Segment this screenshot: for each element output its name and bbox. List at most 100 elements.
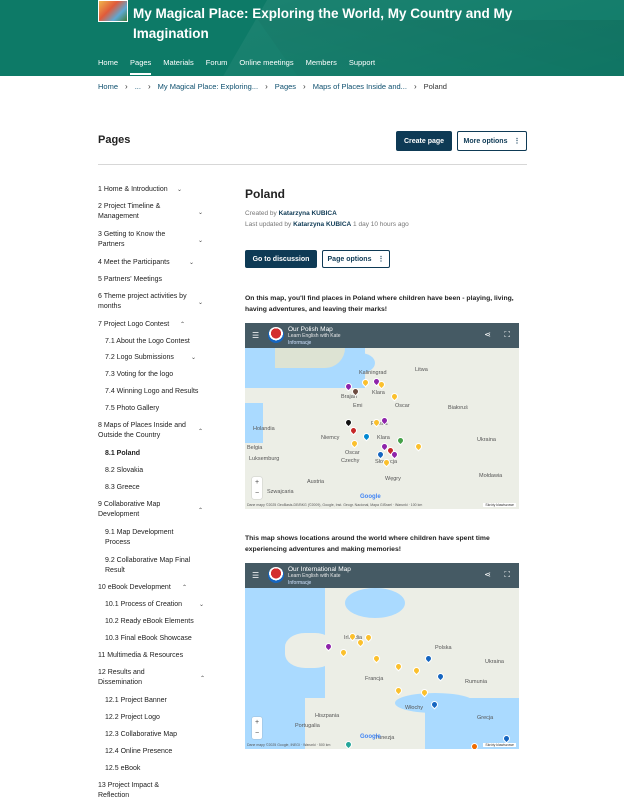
- more-options-button[interactable]: More options ⋮: [457, 131, 527, 151]
- sidebar-item[interactable]: 12.3 Collaborative Map: [105, 730, 223, 740]
- breadcrumb-item[interactable]: Maps of Places Inside and...: [313, 82, 407, 91]
- nav-members[interactable]: Members: [306, 58, 337, 72]
- breadcrumb-separator-icon: ›: [125, 82, 128, 91]
- sidebar-item[interactable]: 13 Project Impact & Reflection: [98, 781, 188, 800]
- zoom-in-button[interactable]: +: [252, 477, 262, 488]
- fullscreen-icon[interactable]: ⛶: [504, 330, 510, 340]
- map-label: Klara: [372, 390, 385, 396]
- zoom-in-button[interactable]: +: [252, 717, 262, 728]
- chevron-down-icon[interactable]: ⌄: [191, 353, 196, 363]
- updated-by-author[interactable]: Katarzyna KUBICA: [293, 221, 351, 228]
- sidebar-item[interactable]: 9.1 Map Development Process: [105, 528, 185, 548]
- share-icon[interactable]: ⋖: [484, 570, 491, 579]
- zoom-control[interactable]: + −: [252, 477, 262, 499]
- map-info-link[interactable]: Informacje: [288, 580, 311, 586]
- map-label: Emi: [353, 403, 363, 409]
- sidebar-item[interactable]: 9 Collaborative Map Development ⌃: [98, 500, 203, 520]
- site-logo[interactable]: [98, 0, 128, 22]
- page-options-button[interactable]: Page options ⋮: [322, 250, 390, 268]
- polish-map-embed[interactable]: ☰ Our Polish Map Learn English with Kate…: [245, 323, 519, 509]
- map-label: Francja: [365, 676, 384, 682]
- breadcrumb-item[interactable]: My Magical Place: Exploring...: [158, 82, 258, 91]
- breadcrumb-item[interactable]: ...: [135, 82, 141, 91]
- zoom-control[interactable]: + −: [252, 717, 262, 739]
- sidebar-item[interactable]: 12.5 eBook: [105, 764, 223, 774]
- nav-forum[interactable]: Forum: [206, 58, 228, 72]
- map-label: Czechy: [341, 458, 360, 464]
- sidebar-item-label: 1 Home & Introduction: [98, 186, 168, 193]
- zoom-out-button[interactable]: −: [252, 488, 262, 499]
- breadcrumb-item[interactable]: Home: [98, 82, 118, 91]
- sidebar-item[interactable]: 9.2 Collaborative Map Final Result: [105, 556, 205, 576]
- site-title[interactable]: My Magical Place: Exploring the World, M…: [133, 4, 553, 44]
- nav-materials[interactable]: Materials: [163, 58, 193, 72]
- sidebar-item[interactable]: 12.2 Project Logo: [105, 713, 223, 723]
- fullscreen-icon[interactable]: ⛶: [504, 570, 510, 580]
- map-title[interactable]: Our International Map: [288, 566, 351, 573]
- sidebar-item[interactable]: 7.1 About the Logo Contest: [105, 337, 223, 347]
- sidebar-item[interactable]: 11 Multimedia & Resources: [98, 651, 216, 661]
- chevron-down-icon[interactable]: ⌄: [189, 258, 194, 268]
- sidebar-item[interactable]: 10.2 Ready eBook Elements: [105, 617, 223, 627]
- sidebar-item[interactable]: 7 Project Logo Contest ⌃: [98, 320, 216, 330]
- sidebar-item[interactable]: 8.1 Poland: [105, 449, 223, 459]
- map-avatar: [268, 327, 284, 343]
- nav-online-meetings[interactable]: Online meetings: [239, 58, 293, 72]
- nav-pages[interactable]: Pages: [130, 58, 152, 75]
- map-info-link[interactable]: Informacje: [288, 340, 311, 346]
- google-logo: Google: [360, 494, 381, 500]
- chevron-down-icon[interactable]: ⌄: [177, 185, 182, 195]
- map-label: Luksemburg: [249, 456, 280, 462]
- sidebar-item[interactable]: 10.3 Final eBook Showcase: [105, 634, 223, 644]
- sidebar-item[interactable]: 12.1 Project Banner: [105, 696, 223, 706]
- nav-home[interactable]: Home: [98, 58, 118, 72]
- chevron-up-icon[interactable]: ⌃: [198, 506, 203, 516]
- sidebar-item[interactable]: 10 eBook Development ⌃: [98, 583, 216, 593]
- sidebar-item[interactable]: 12.4 Online Presence: [105, 747, 223, 757]
- created-by-author[interactable]: Katarzyna KUBICA: [279, 210, 337, 217]
- create-page-button[interactable]: Create page: [396, 131, 452, 151]
- chevron-up-icon[interactable]: ⌃: [198, 427, 203, 437]
- menu-icon[interactable]: ☰: [252, 331, 259, 340]
- sidebar-item[interactable]: 8.2 Slovakia: [105, 466, 223, 476]
- sidebar-item[interactable]: 4 Meet the Participants ⌄: [98, 258, 216, 268]
- sidebar-item[interactable]: 7.4 Winning Logo and Results: [105, 387, 223, 397]
- sidebar-item[interactable]: 12 Results and Dissemination ⌃: [98, 668, 205, 688]
- sidebar-item[interactable]: 3 Getting to Know the Partners ⌄: [98, 230, 203, 250]
- sidebar-item[interactable]: 8.3 Greece: [105, 483, 223, 493]
- breadcrumb-item[interactable]: Pages: [275, 82, 296, 91]
- main-nav: Home Pages Materials Forum Online meetings Me…: [98, 58, 387, 75]
- sidebar-item-label: 10.2 Ready eBook Elements: [105, 618, 194, 625]
- chevron-down-icon[interactable]: ⌄: [198, 298, 203, 308]
- menu-icon[interactable]: ☰: [252, 571, 259, 580]
- sidebar-item[interactable]: 8 Maps of Places Inside and Outside the …: [98, 421, 203, 441]
- chevron-up-icon[interactable]: ⌃: [200, 674, 205, 684]
- chevron-up-icon[interactable]: ⌃: [182, 583, 187, 593]
- sidebar-item[interactable]: 7.5 Photo Gallery: [105, 404, 223, 414]
- share-icon[interactable]: ⋖: [484, 330, 491, 339]
- keyboard-shortcuts-link[interactable]: Skróty klawiszowe: [483, 503, 516, 507]
- chevron-down-icon[interactable]: ⌄: [199, 600, 204, 610]
- sidebar-item-label: 12.5 eBook: [105, 765, 141, 772]
- sidebar-item[interactable]: 2 Project Timeline & Management ⌄: [98, 202, 203, 222]
- international-map-embed[interactable]: ☰ Our International Map Learn English wi…: [245, 563, 519, 749]
- sidebar-item[interactable]: 10.1 Process of Creation ⌄: [105, 600, 223, 610]
- chevron-down-icon[interactable]: ⌄: [198, 208, 203, 218]
- chevron-down-icon[interactable]: ⌄: [198, 236, 203, 246]
- sidebar-item[interactable]: 7.3 Voting for the logo: [105, 370, 223, 380]
- sidebar-item[interactable]: 1 Home & Introduction ⌄: [98, 185, 216, 195]
- map-marker[interactable]: [501, 733, 512, 744]
- map-label: Oscar: [395, 403, 410, 409]
- sidebar-item[interactable]: 6 Theme project activities by months ⌄: [98, 292, 203, 312]
- go-to-discussion-button[interactable]: Go to discussion: [245, 250, 317, 268]
- map-marker[interactable]: [469, 741, 480, 749]
- sidebar-item[interactable]: 7.2 Logo Submissions ⌄: [105, 353, 223, 363]
- sidebar-item[interactable]: 5 Partners' Meetings: [98, 275, 216, 285]
- chevron-up-icon[interactable]: ⌃: [180, 320, 185, 330]
- keyboard-shortcuts-link[interactable]: Skróty klawiszowe: [483, 743, 516, 747]
- sidebar-item-label: 7 Project Logo Contest: [98, 321, 170, 328]
- zoom-out-button[interactable]: −: [252, 728, 262, 739]
- map-title[interactable]: Our Polish Map: [288, 326, 333, 333]
- map-label: Klara: [377, 435, 390, 441]
- nav-support[interactable]: Support: [349, 58, 375, 72]
